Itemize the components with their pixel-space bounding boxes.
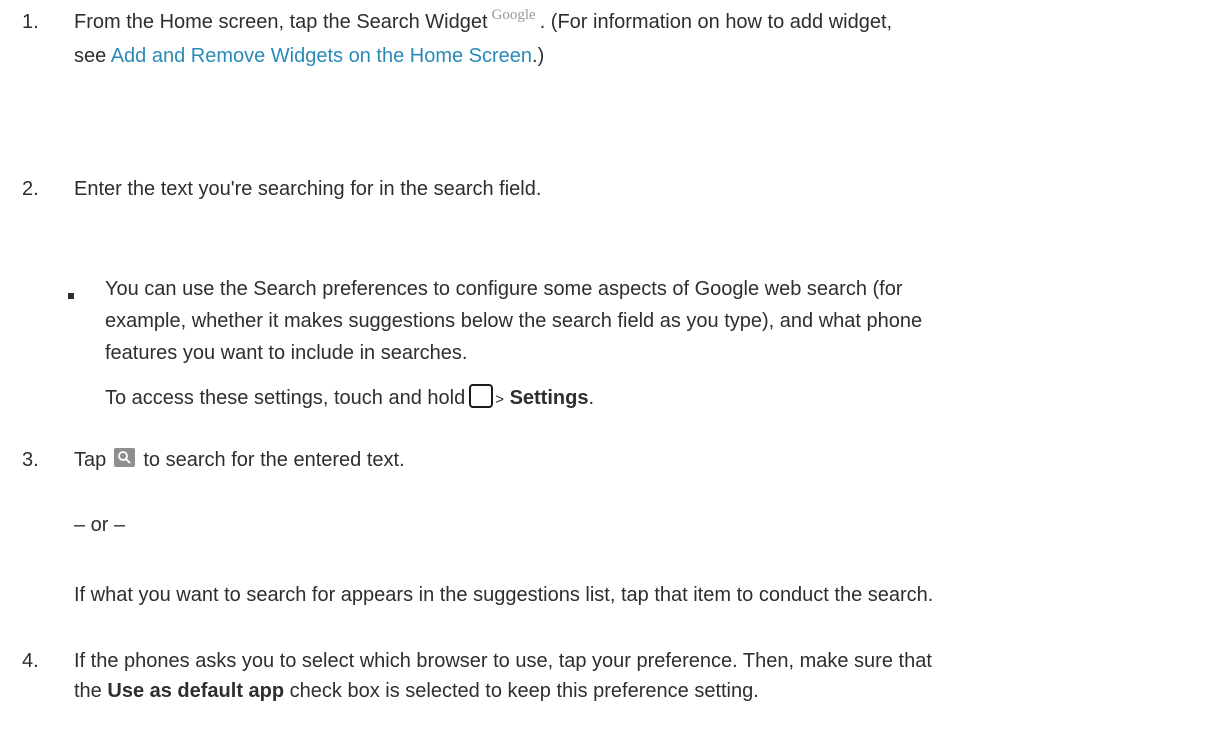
step-1-line-2: see Add and Remove Widgets on the Home S… [74, 41, 544, 71]
step-1-number: 1. [22, 11, 39, 33]
note-access-end: . [588, 387, 595, 409]
step-4-line-1: If the phones asks you to select which b… [74, 650, 932, 672]
step-2-number: 2. [22, 178, 39, 200]
step-1-text-d: .) [532, 45, 545, 67]
bullet-icon [68, 293, 74, 299]
step-3-tap: Tap [74, 449, 107, 471]
step-1-text-a: From the Home screen, tap the Search Wid… [74, 11, 488, 33]
step-3-alt: If what you want to search for appears i… [74, 584, 934, 606]
add-remove-widgets-link[interactable]: Add and Remove Widgets on the Home Scree… [111, 45, 532, 67]
separator-gt: > [495, 391, 504, 408]
note-access-text: To access these settings, touch and hold [105, 387, 466, 409]
step-1-text-b: . (For information on how to add widget, [539, 11, 893, 33]
note-access-line: To access these settings, touch and hold… [105, 383, 594, 415]
step-3-number: 3. [22, 449, 39, 471]
settings-label: Settings [509, 387, 589, 409]
step-3-text: to search for the entered text. [143, 449, 405, 471]
step-4-number: 4. [22, 650, 39, 672]
step-4-text-b: check box is selected to keep this prefe… [289, 680, 759, 702]
step-1-line-1: From the Home screen, tap the Search Wid… [74, 7, 892, 39]
google-search-widget-icon: Google [491, 7, 536, 23]
step-1-text-c: see [74, 45, 107, 67]
search-button-icon [113, 448, 135, 467]
home-button-icon [469, 384, 494, 408]
step-4-line-2: the Use as default app check box is sele… [74, 676, 759, 706]
note-line-1: You can use the Search preferences to co… [105, 278, 903, 300]
step-3-line: Tap to search for the entered text. [74, 445, 405, 475]
use-as-default-app-label: Use as default app [107, 680, 285, 702]
step-2-text: Enter the text you're searching for in t… [74, 178, 542, 200]
note-line-2: example, whether it makes suggestions be… [105, 310, 923, 332]
note-line-3: features you want to include in searches… [105, 342, 468, 364]
step-3-or: – or – [74, 514, 126, 536]
step-4-text-a: the [74, 680, 102, 702]
